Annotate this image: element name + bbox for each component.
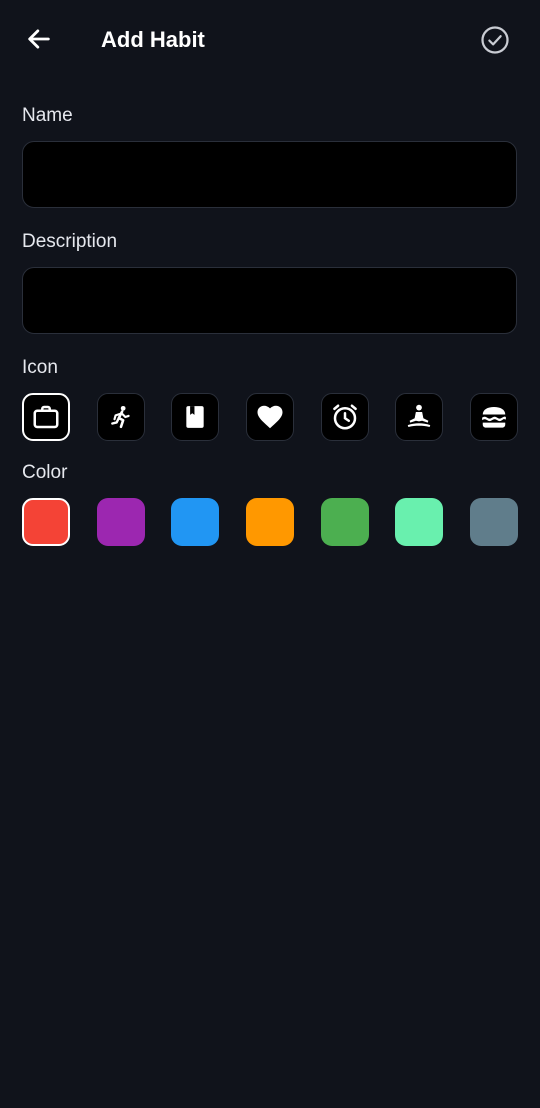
icon-option-briefcase[interactable] [22, 393, 70, 441]
back-button[interactable] [22, 22, 56, 56]
color-label: Color [22, 462, 68, 483]
color-swatch-red[interactable] [22, 498, 70, 546]
icon-picker [22, 393, 518, 441]
color-swatch-green[interactable] [320, 498, 369, 546]
save-button[interactable] [478, 23, 512, 57]
icon-label: Icon [22, 357, 58, 378]
name-label: Name [22, 105, 73, 126]
icon-option-running[interactable] [96, 393, 145, 441]
check-circle-icon [480, 25, 510, 55]
icon-option-book[interactable] [171, 393, 220, 441]
icon-option-heart[interactable] [245, 393, 294, 441]
alarm-clock-icon [330, 402, 360, 432]
description-input[interactable] [22, 267, 517, 334]
app-bar: Add Habit [0, 0, 540, 80]
color-picker [22, 498, 518, 546]
color-swatch-blue-grey[interactable] [469, 498, 518, 546]
burger-icon [479, 402, 509, 432]
heart-icon [255, 402, 285, 432]
icon-option-burger[interactable] [469, 393, 518, 441]
book-icon [182, 404, 208, 430]
color-swatch-mint[interactable] [395, 498, 444, 546]
arrow-left-icon [25, 25, 53, 53]
name-input[interactable] [22, 141, 517, 208]
meditation-icon [404, 402, 434, 432]
briefcase-icon [31, 402, 61, 432]
color-swatch-orange[interactable] [245, 498, 294, 546]
icon-option-alarm[interactable] [320, 393, 369, 441]
color-swatch-purple[interactable] [96, 498, 145, 546]
description-label: Description [22, 231, 118, 252]
page-title: Add Habit [101, 27, 205, 52]
color-swatch-blue[interactable] [171, 498, 220, 546]
running-icon [108, 404, 134, 430]
icon-option-meditation[interactable] [395, 393, 444, 441]
